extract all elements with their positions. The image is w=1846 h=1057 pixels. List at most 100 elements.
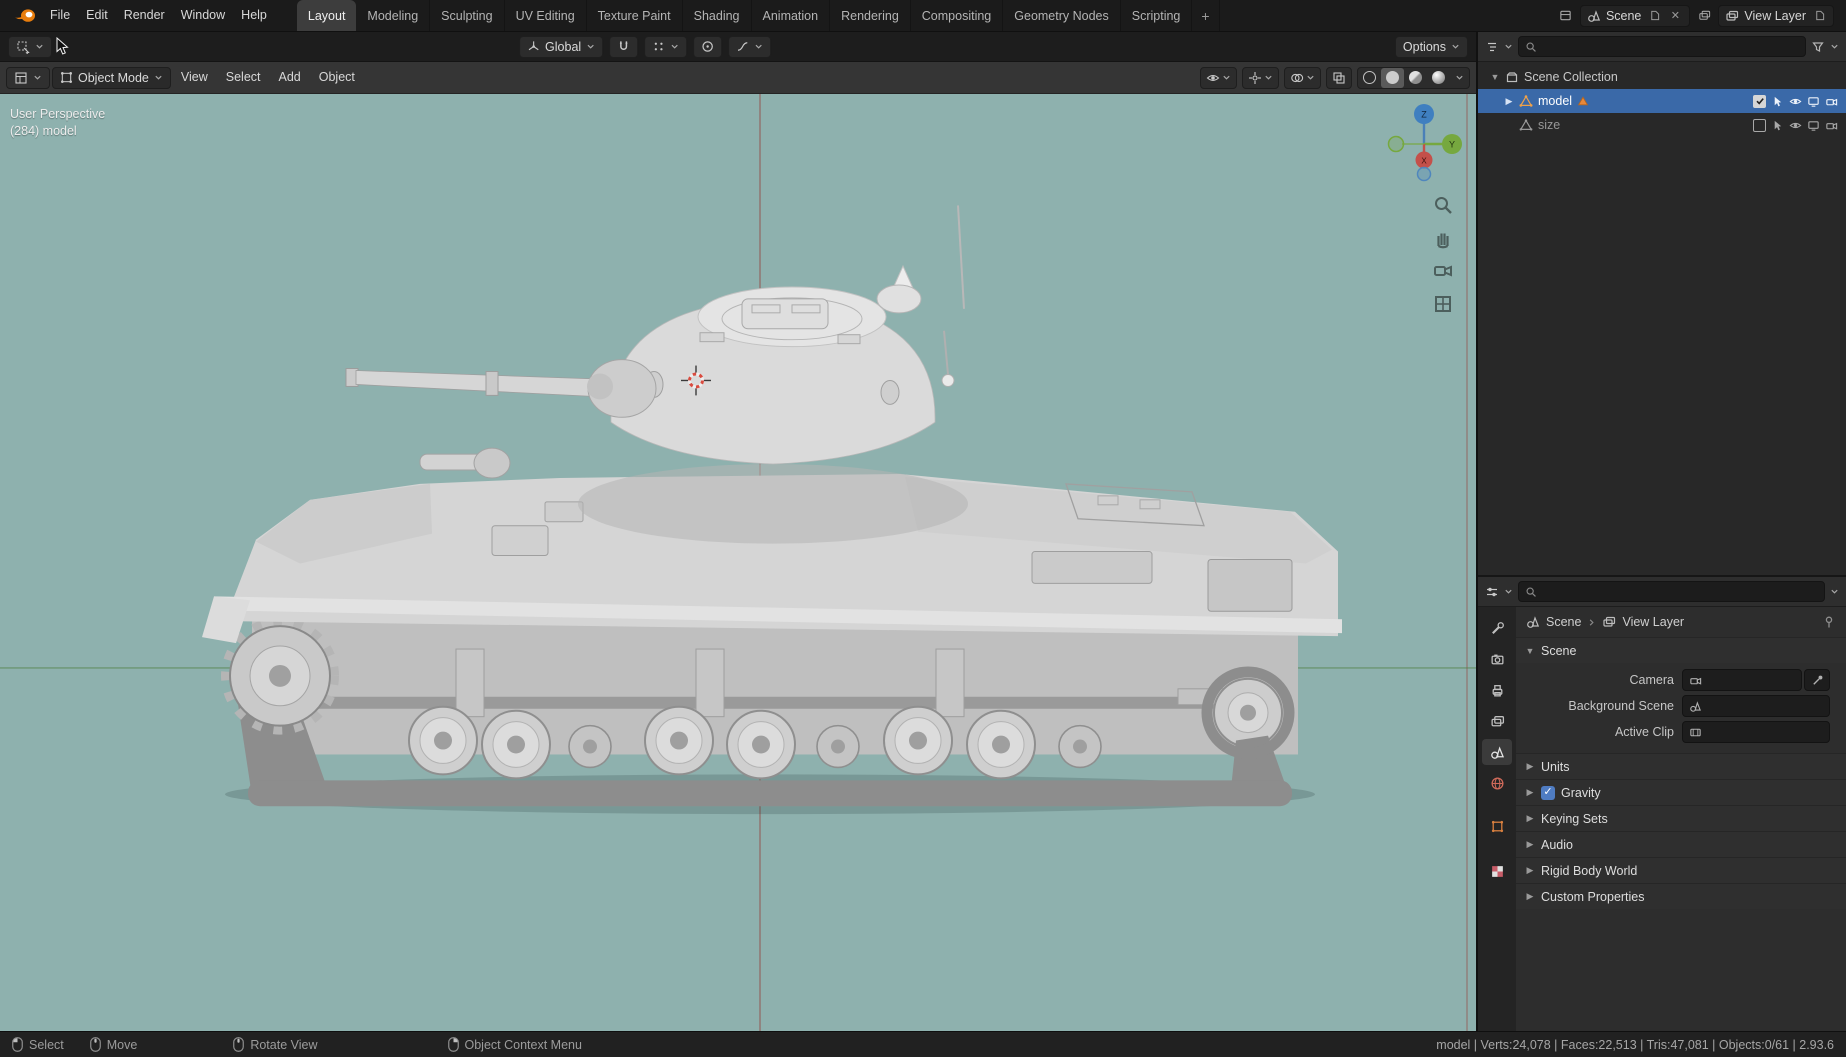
snapping-toggle[interactable]: [609, 35, 639, 58]
workspace-tab-animation[interactable]: Animation: [752, 0, 831, 31]
panel-scene[interactable]: ▼ Scene: [1516, 637, 1846, 663]
workspace-tab-sculpting[interactable]: Sculpting: [430, 0, 505, 31]
layout-switch-icon[interactable]: [1558, 8, 1574, 24]
menu-select[interactable]: Select: [218, 62, 269, 93]
outliner-row-model[interactable]: ▶ model: [1478, 89, 1846, 113]
shading-material-button[interactable]: [1404, 68, 1427, 88]
selectable-icon[interactable]: [1771, 119, 1784, 132]
outliner-search-input[interactable]: [1518, 36, 1806, 57]
workspace-tab-uv-editing[interactable]: UV Editing: [505, 0, 587, 31]
object-visibility-dropdown[interactable]: [1200, 66, 1237, 89]
breadcrumb-view-layer[interactable]: View Layer: [1622, 615, 1684, 629]
properties-search-input[interactable]: [1518, 581, 1825, 602]
tab-output-properties[interactable]: [1482, 677, 1512, 703]
snap-target-dropdown[interactable]: [644, 35, 688, 58]
mode-dropdown[interactable]: Object Mode: [52, 66, 171, 89]
workspace-tab-texture-paint[interactable]: Texture Paint: [587, 0, 683, 31]
viewport-disable-icon[interactable]: [1807, 95, 1820, 108]
menu-add[interactable]: Add: [271, 62, 309, 93]
outliner-row-size[interactable]: size: [1478, 113, 1846, 137]
menu-edit[interactable]: Edit: [78, 0, 116, 31]
gizmos-dropdown[interactable]: [1242, 66, 1279, 89]
unlink-scene-icon[interactable]: ✕: [1667, 8, 1683, 24]
hide-eye-icon[interactable]: [1789, 119, 1802, 132]
navigation-gizmo[interactable]: Z Y X: [1384, 102, 1464, 182]
render-disable-icon[interactable]: [1825, 119, 1838, 132]
tab-tool-properties[interactable]: [1482, 615, 1512, 641]
selectable-icon[interactable]: [1771, 95, 1784, 108]
editor-type-dropdown[interactable]: [6, 66, 50, 89]
breadcrumb-scene[interactable]: Scene: [1546, 615, 1581, 629]
workspace-tab-compositing[interactable]: Compositing: [911, 0, 1004, 31]
menu-object[interactable]: Object: [311, 62, 363, 93]
new-view-layer-icon[interactable]: [1811, 8, 1827, 24]
gravity-checkbox[interactable]: ✓: [1541, 785, 1555, 800]
options-dropdown[interactable]: Options: [1394, 35, 1468, 58]
menu-help[interactable]: Help: [233, 0, 275, 31]
proportional-falloff-dropdown[interactable]: [728, 35, 772, 58]
workspace-tab-rendering[interactable]: Rendering: [830, 0, 911, 31]
exclude-checkbox[interactable]: [1753, 118, 1766, 132]
chevron-down-icon[interactable]: [1504, 587, 1513, 596]
camera-field[interactable]: [1682, 669, 1802, 691]
view-layer-switch-icon[interactable]: [1696, 8, 1712, 24]
properties-editor-icon[interactable]: [1485, 585, 1499, 599]
tab-render-properties[interactable]: [1482, 646, 1512, 672]
panel-keying-sets[interactable]: ▶ Keying Sets: [1516, 805, 1846, 831]
xray-toggle[interactable]: [1326, 66, 1352, 89]
tank-model[interactable]: [202, 205, 1342, 815]
scene-selector[interactable]: Scene ✕: [1579, 4, 1691, 27]
pan-hand-icon[interactable]: [1432, 227, 1454, 249]
camera-view-icon[interactable]: [1432, 260, 1454, 282]
shading-dropdown[interactable]: [1450, 68, 1469, 88]
overlays-dropdown[interactable]: [1284, 66, 1321, 89]
active-clip-field[interactable]: [1682, 721, 1830, 743]
menu-window[interactable]: Window: [173, 0, 233, 31]
exclude-checkbox[interactable]: [1753, 94, 1766, 108]
outliner-row-scene-collection[interactable]: ▼ Scene Collection: [1478, 65, 1846, 89]
workspace-tab-shading[interactable]: Shading: [683, 0, 752, 31]
viewport-canvas[interactable]: User Perspective (284) model Z Y X: [0, 94, 1476, 1031]
tab-texture-properties[interactable]: [1482, 858, 1512, 884]
panel-custom-properties[interactable]: ▶ Custom Properties: [1516, 883, 1846, 909]
viewport-disable-icon[interactable]: [1807, 119, 1820, 132]
pin-icon[interactable]: [1822, 615, 1836, 629]
chevron-down-icon[interactable]: [1504, 42, 1513, 51]
disclosure-icon[interactable]: ▶: [1504, 96, 1514, 107]
camera-eyedropper-button[interactable]: [1804, 669, 1830, 691]
workspace-tab-modeling[interactable]: Modeling: [356, 0, 431, 31]
proportional-editing-toggle[interactable]: [693, 35, 723, 58]
chevron-down-icon[interactable]: [1830, 42, 1839, 51]
tab-world-properties[interactable]: [1482, 770, 1512, 796]
ortho-grid-icon[interactable]: [1432, 293, 1454, 315]
transform-orientation-dropdown[interactable]: Global: [519, 35, 604, 58]
filter-icon[interactable]: [1811, 40, 1825, 54]
shading-wireframe-button[interactable]: [1358, 68, 1381, 88]
workspace-tab-layout[interactable]: Layout: [296, 0, 357, 31]
workspace-tab-geometry-nodes[interactable]: Geometry Nodes: [1003, 0, 1121, 31]
hide-eye-icon[interactable]: [1789, 95, 1802, 108]
outliner-editor-icon[interactable]: [1485, 40, 1499, 54]
gizmo-y-neg-axis[interactable]: [1387, 135, 1405, 153]
panel-rigid-body-world[interactable]: ▶ Rigid Body World: [1516, 857, 1846, 883]
disclosure-icon[interactable]: ▼: [1490, 72, 1500, 82]
menu-render[interactable]: Render: [116, 0, 173, 31]
background-scene-field[interactable]: [1682, 695, 1830, 717]
render-disable-icon[interactable]: [1825, 95, 1838, 108]
tab-view-layer-properties[interactable]: [1482, 708, 1512, 734]
panel-units[interactable]: ▶ Units: [1516, 753, 1846, 779]
gizmo-z-neg-axis[interactable]: [1416, 166, 1432, 182]
workspace-tab-scripting[interactable]: Scripting: [1121, 0, 1193, 31]
menu-view[interactable]: View: [173, 62, 216, 93]
menu-file[interactable]: File: [42, 0, 78, 31]
tab-object-properties[interactable]: [1482, 813, 1512, 839]
chevron-down-icon[interactable]: [1830, 587, 1839, 596]
panel-audio[interactable]: ▶ Audio: [1516, 831, 1846, 857]
active-tool-dropdown[interactable]: [8, 35, 52, 58]
view-layer-selector[interactable]: View Layer: [1718, 4, 1834, 27]
viewport-3d-scene[interactable]: [0, 94, 1476, 1031]
tab-scene-properties[interactable]: [1482, 739, 1512, 765]
add-workspace-button[interactable]: +: [1192, 0, 1220, 31]
shading-solid-button[interactable]: [1381, 67, 1404, 88]
blender-logo-icon[interactable]: [8, 8, 42, 23]
